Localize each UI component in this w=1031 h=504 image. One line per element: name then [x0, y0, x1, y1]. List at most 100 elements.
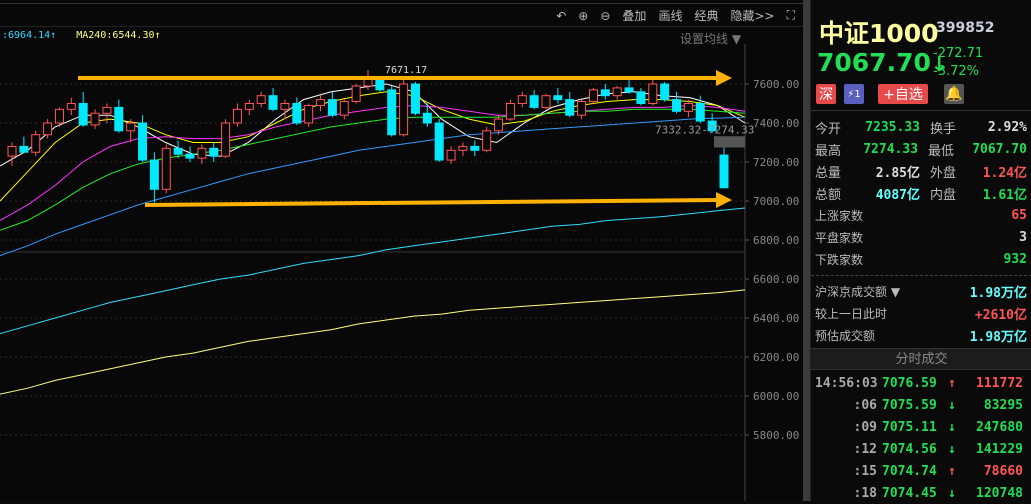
down-arrow-icon: ↓	[948, 441, 956, 457]
top-strip	[0, 0, 803, 4]
candle-body	[458, 145, 468, 151]
stat-label: 内盘	[930, 187, 957, 203]
turnover-row: 预估成交额 1.98万亿	[815, 325, 1027, 345]
gap-box	[714, 136, 745, 148]
divider	[811, 275, 1031, 276]
badge-row: 深 ⚡ 1 +自选 🔔	[816, 84, 964, 104]
tick-volume: 111772	[976, 375, 1023, 391]
tick-volume: 247680	[976, 419, 1023, 435]
candle-body	[410, 83, 420, 114]
last-price: 7067.70↓	[817, 48, 948, 77]
candlestick-chart[interactable]: 7600.00 7400.00 7200.00 7000.00 6800.00 6600.…	[0, 44, 803, 501]
breadth-label: 平盘家数	[815, 230, 864, 245]
tick-volume: 78660	[983, 463, 1023, 479]
ma-line-ma240	[0, 289, 746, 395]
gap-label: 7332.32-7274.33	[655, 124, 754, 137]
tick-volume: 83295	[983, 397, 1023, 413]
breadth-value: 3	[1019, 229, 1027, 245]
trend-arrow-head	[716, 192, 732, 208]
classic-button[interactable]: 经典	[694, 7, 718, 24]
candle-body	[600, 89, 610, 97]
tick-time: :06	[853, 397, 877, 413]
stat-row: 最高 7274.33 最低 7067.70	[815, 139, 1027, 159]
overlay-button[interactable]: 叠加	[622, 7, 646, 24]
down-arrow-icon: ↓	[948, 397, 956, 413]
up-arrow-icon: ↑	[948, 463, 956, 479]
breadth-row: 上涨家数 65	[815, 205, 1027, 225]
candle-body	[280, 103, 290, 110]
y-tick-label: 6200.00	[753, 351, 799, 364]
candle-body	[648, 83, 658, 104]
turnover-value: 1.98万亿	[969, 285, 1027, 301]
ticks-header[interactable]: 分时成交	[811, 348, 1031, 370]
stat-value: 7274.33	[863, 141, 919, 157]
flash-icon[interactable]: ⚡ 1	[844, 84, 864, 104]
tick-time: :18	[853, 485, 877, 501]
change-pct: -3.72%	[933, 64, 979, 79]
tick-row: :06 7075.59 ↓ 83295	[815, 394, 1023, 416]
change: -272.71	[933, 46, 984, 61]
stat-value: 7235.33	[865, 119, 920, 135]
candle-body	[316, 99, 326, 106]
candle-body	[43, 122, 53, 136]
stat-value: 7067.70	[972, 141, 1027, 157]
stat-label: 外盘	[930, 165, 957, 181]
market-badge[interactable]: 深	[816, 84, 836, 104]
breadth-value: 65	[1011, 207, 1027, 223]
candle-body	[197, 147, 207, 159]
candle-body	[719, 154, 729, 189]
ma-line-ma5	[0, 83, 746, 167]
candle-body	[31, 134, 41, 153]
zoom-in-icon[interactable]: ⊕	[578, 9, 588, 23]
candle-body	[19, 145, 29, 153]
turnover-row[interactable]: 沪深京成交额 ▼ 1.98万亿	[815, 281, 1027, 301]
tick-price: 7074.74	[882, 463, 937, 479]
stat-value: 1.61亿	[982, 187, 1027, 203]
chart-toolbar: ↶ ⊕ ⊖ 叠加 画线 经典 隐藏>> ⛶	[0, 5, 803, 27]
y-tick-label: 6600.00	[753, 273, 799, 286]
fullscreen-icon[interactable]: ⛶	[787, 8, 795, 23]
alert-bell-icon[interactable]: 🔔	[944, 84, 964, 104]
stat-label: 最低	[928, 143, 955, 159]
y-tick-label: 6800.00	[753, 234, 799, 247]
candle-body	[351, 85, 361, 103]
stat-label: 总额	[815, 187, 842, 203]
candle-body	[494, 118, 504, 132]
candle-body	[446, 149, 456, 161]
candle-body	[209, 147, 219, 157]
candle-body	[399, 83, 409, 136]
scrollbar[interactable]	[803, 0, 810, 501]
y-tick-label: 7600.00	[753, 78, 799, 91]
candle-body	[577, 101, 587, 116]
stat-row: 总量 2.85亿 外盘 1.24亿	[815, 161, 1027, 181]
candle-body	[683, 103, 693, 112]
tick-time: 14:56:03	[815, 375, 878, 391]
stat-label: 换手	[930, 121, 957, 137]
zoom-out-icon[interactable]: ⊖	[600, 9, 610, 23]
y-tick-label: 6000.00	[753, 390, 799, 403]
stat-value: 2.92%	[987, 119, 1027, 135]
candle-body	[173, 147, 183, 155]
candle-body	[517, 95, 527, 105]
candle-body	[221, 122, 231, 157]
index-code: 399852	[936, 20, 995, 36]
hide-button[interactable]: 隐藏>>	[730, 7, 774, 24]
draw-button[interactable]: 画线	[658, 7, 682, 24]
candle-body	[304, 104, 314, 124]
flash-count: 1	[854, 88, 861, 100]
stat-value: 2.85亿	[875, 165, 920, 181]
breadth-value: 932	[1003, 251, 1027, 267]
turnover-row: 较上一日此时 +2610亿	[815, 303, 1027, 323]
candle-body	[529, 95, 539, 108]
candle-body	[102, 106, 112, 114]
quote-panel: 中证1000 399852 7067.70↓ -272.71 -3.72% 深 …	[810, 0, 1031, 501]
add-watchlist-button[interactable]: +自选	[878, 84, 928, 104]
candle-body	[624, 87, 634, 93]
turnover-label: 沪深京成交额 ▼	[815, 284, 901, 299]
candle-body	[292, 103, 302, 124]
candle-body	[138, 122, 148, 161]
stat-label: 总量	[815, 165, 842, 181]
undo-icon[interactable]: ↶	[556, 9, 566, 23]
candle-body	[695, 103, 705, 122]
ma240-value: MA240:6544.30↑	[76, 30, 161, 41]
